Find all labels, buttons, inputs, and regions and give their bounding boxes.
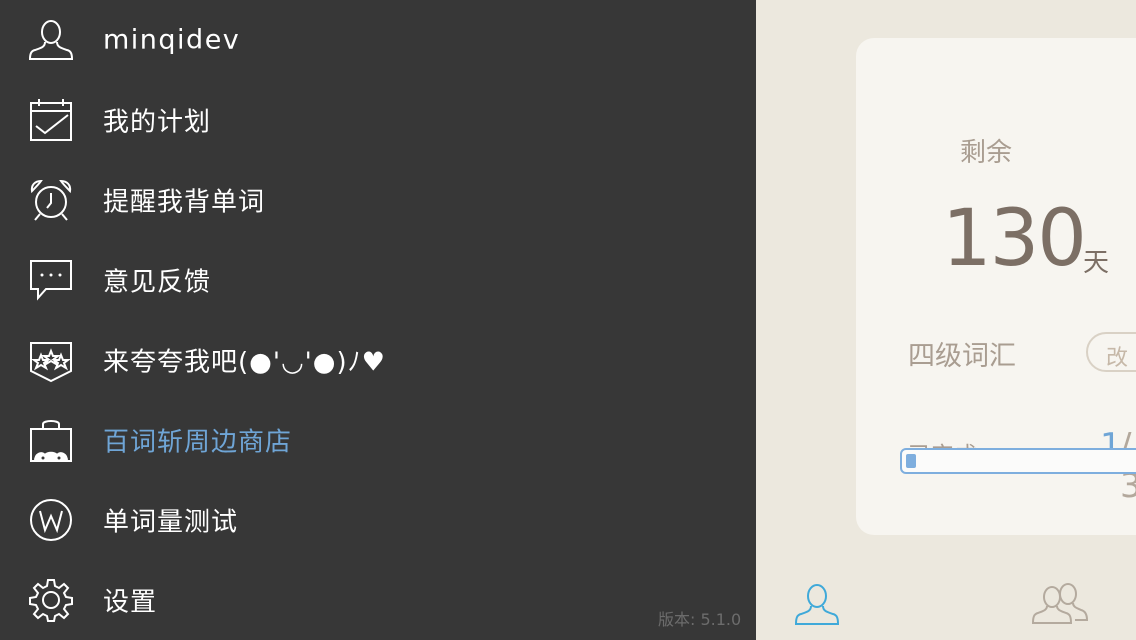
days-unit: 天 (1083, 248, 1110, 278)
chat-bubble-icon (28, 257, 74, 303)
progress-fill (906, 454, 916, 468)
calendar-check-icon (28, 97, 74, 143)
shopping-bag-icon (28, 417, 74, 463)
menu-item-praise[interactable]: 来夸夸我吧(●'◡'●)ﾉ♥ (0, 320, 756, 400)
progress-bar (900, 448, 1136, 474)
wordbook-name: 四级词汇 (908, 341, 1016, 372)
gear-icon (28, 577, 74, 623)
remaining-label: 剩余 (960, 138, 1013, 168)
change-book-button-label: 改 (1106, 346, 1129, 371)
circle-w-icon (28, 497, 74, 543)
tab-bar (756, 570, 1136, 640)
star-badge-icon (28, 337, 74, 383)
alarm-clock-icon (28, 177, 74, 223)
menu-item-label: 设置 (103, 587, 158, 618)
menu-item-reminder[interactable]: 提醒我背单词 (0, 160, 756, 240)
menu-item-label: 意见反馈 (103, 267, 212, 298)
menu-item-feedback[interactable]: 意见反馈 (0, 240, 756, 320)
menu-item-label: 我的计划 (103, 107, 212, 138)
main-panel: 剩余 130 天 四级词汇 改 已完成 1 / 3486 (756, 0, 1136, 640)
days-remaining: 130 (942, 194, 1087, 284)
menu-item-settings[interactable]: 设置 (0, 560, 756, 640)
friends-icon (1030, 580, 1090, 630)
profile-item[interactable]: minqidev (0, 0, 756, 80)
menu-item-label: 单词量测试 (103, 507, 239, 538)
menu-item-label: 百词斩周边商店 (103, 427, 293, 458)
menu-item-label: 提醒我背单词 (103, 187, 266, 218)
menu-item-shop[interactable]: 百词斩周边商店 (0, 400, 756, 480)
side-drawer: minqidev 我的计划 提醒我背单词 意见反馈 来夸夸我吧(●'◡'●)ﾉ♥… (0, 0, 756, 640)
version-label: 版本: 5.1.0 (658, 610, 742, 629)
username-label: minqidev (103, 24, 241, 56)
menu-item-vocab-test[interactable]: 单词量测试 (0, 480, 756, 560)
tab-me[interactable] (792, 580, 842, 630)
tab-friends[interactable] (1030, 580, 1090, 630)
menu-item-my-plan[interactable]: 我的计划 (0, 80, 756, 160)
user-icon (28, 17, 74, 63)
person-icon (792, 580, 842, 630)
menu-item-label: 来夸夸我吧(●'◡'●)ﾉ♥ (103, 347, 386, 378)
change-book-button[interactable]: 改 (1086, 332, 1136, 372)
